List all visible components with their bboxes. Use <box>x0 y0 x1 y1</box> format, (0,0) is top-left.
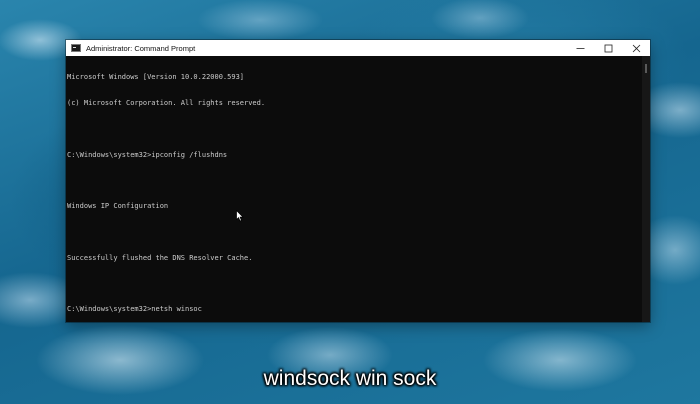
title-bar[interactable]: Administrator: Command Prompt <box>66 40 650 56</box>
console-output[interactable]: Microsoft Windows [Version 10.0.22000.59… <box>66 56 642 322</box>
window-title: Administrator: Command Prompt <box>86 43 196 53</box>
console-line: Successfully flushed the DNS Resolver Ca… <box>67 253 253 262</box>
console-line: Microsoft Windows [Version 10.0.22000.59… <box>67 73 245 82</box>
close-button[interactable] <box>622 40 650 56</box>
vertical-scrollbar[interactable] <box>642 56 650 322</box>
console-line: (c) Microsoft Corporation. All rights re… <box>67 98 266 107</box>
minimize-icon <box>576 47 584 49</box>
window-controls <box>566 40 650 56</box>
scrollbar-thumb[interactable] <box>645 64 647 73</box>
console-input-line[interactable]: C:\Windows\system32>netsh winsoc <box>67 305 642 314</box>
mouse-pointer-icon <box>236 210 244 222</box>
close-icon <box>632 44 640 52</box>
console-line: C:\Windows\system32>ipconfig /flushdns <box>67 150 228 159</box>
maximize-button[interactable] <box>594 40 622 56</box>
command-prompt-icon[interactable] <box>71 44 81 52</box>
maximize-icon <box>604 44 612 52</box>
command-prompt-window[interactable]: Administrator: Command Prompt Microsoft <box>66 40 650 322</box>
video-subtitle: windsock win sock <box>263 367 437 390</box>
console-line: Windows IP Configuration <box>67 202 169 211</box>
minimize-button[interactable] <box>566 40 594 56</box>
